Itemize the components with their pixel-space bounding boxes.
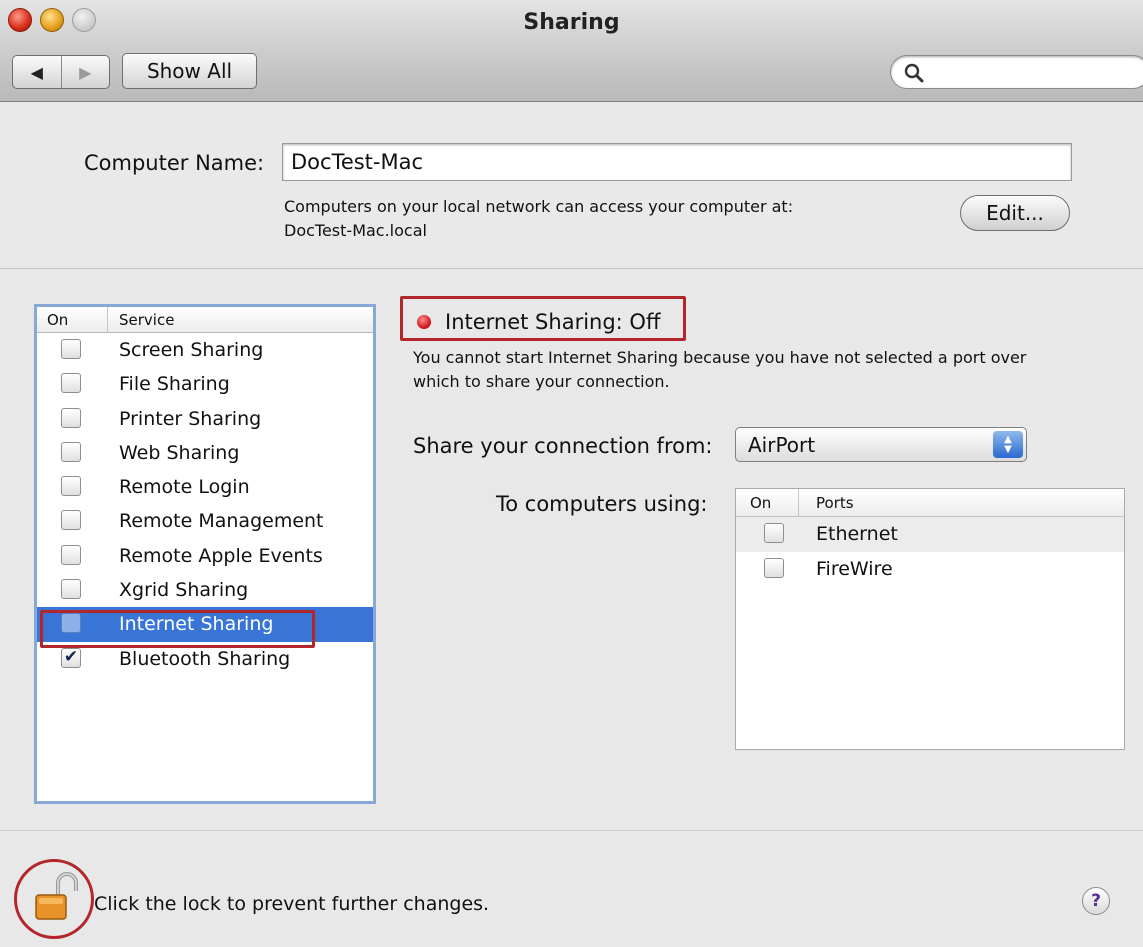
service-label-screen-sharing: Screen Sharing xyxy=(119,339,264,361)
help-icon: ? xyxy=(1091,891,1101,911)
service-label-file-sharing: File Sharing xyxy=(119,373,230,396)
footer: Click the lock to prevent further change… xyxy=(0,830,1143,947)
service-label-remote-apple-events: Remote Apple Events xyxy=(119,544,323,567)
help-button[interactable]: ? xyxy=(1082,887,1110,915)
warning-message: You cannot start Internet Sharing becaus… xyxy=(413,346,1133,394)
port-label-ethernet: Ethernet xyxy=(816,523,898,545)
computer-name-section: Computer Name: DocTest-Mac Computers on … xyxy=(0,103,1143,269)
port-row-firewire[interactable]: FireWire xyxy=(736,552,1124,587)
share-from-label: Share your connection from: xyxy=(413,434,713,458)
share-from-value: AirPort xyxy=(748,433,816,457)
back-arrow-icon: ◀ xyxy=(30,62,43,82)
lock-hint-text: Click the lock to prevent further change… xyxy=(94,893,490,915)
service-label-bluetooth-sharing: Bluetooth Sharing xyxy=(119,647,291,670)
port-checkbox-ethernet[interactable] xyxy=(764,523,784,543)
search-icon xyxy=(904,63,924,83)
back-button[interactable]: ◀ xyxy=(13,56,62,88)
window-title: Sharing xyxy=(523,10,620,35)
forward-arrow-icon: ▶ xyxy=(79,62,92,82)
computer-name-label: Computer Name: xyxy=(84,151,265,175)
port-label-firewire: FireWire xyxy=(816,558,893,580)
local-hostname: DocTest-Mac.local xyxy=(284,221,427,240)
service-checkbox-remote-management[interactable] xyxy=(61,510,81,531)
service-row-remote-apple-events[interactable]: Remote Apple Events xyxy=(37,539,373,573)
back-forward-control: ◀ ▶ xyxy=(12,55,110,89)
service-row-xgrid-sharing[interactable]: Xgrid Sharing xyxy=(37,573,373,607)
column-divider xyxy=(798,489,799,517)
show-all-button[interactable]: Show All xyxy=(122,53,257,89)
service-checkbox-file-sharing[interactable] xyxy=(61,373,81,394)
service-checkbox-remote-login[interactable] xyxy=(61,476,81,497)
services-header: On Service xyxy=(37,307,373,333)
column-header-on[interactable]: On xyxy=(47,311,68,329)
service-checkbox-web-sharing[interactable] xyxy=(61,441,81,462)
ports-table[interactable]: On Ports Ethernet FireWire xyxy=(735,488,1125,750)
service-label-remote-management: Remote Management xyxy=(119,510,324,533)
warning-line-2: which to share your connection. xyxy=(413,372,670,391)
edit-button[interactable]: Edit... xyxy=(960,195,1070,231)
search-field[interactable] xyxy=(890,55,1143,89)
port-row-ethernet[interactable]: Ethernet xyxy=(736,517,1124,552)
sharing-main: On Service Screen Sharing File Sharing P… xyxy=(0,270,1143,830)
status-highlight xyxy=(400,296,686,341)
popup-arrows-icon: ▲ ▼ xyxy=(993,431,1023,458)
service-row-remote-management[interactable]: Remote Management xyxy=(37,504,373,538)
service-label-printer-sharing: Printer Sharing xyxy=(119,407,262,430)
share-from-popup[interactable]: AirPort ▲ ▼ xyxy=(735,427,1027,462)
forward-button[interactable]: ▶ xyxy=(62,56,110,88)
service-row-file-sharing[interactable]: File Sharing xyxy=(37,367,373,401)
services-table[interactable]: On Service Screen Sharing File Sharing P… xyxy=(34,304,376,804)
service-row-remote-login[interactable]: Remote Login xyxy=(37,470,373,504)
service-row-web-sharing[interactable]: Web Sharing xyxy=(37,436,373,470)
computer-name-description: Computers on your local network can acce… xyxy=(284,195,793,243)
to-computers-label: To computers using: xyxy=(496,492,708,516)
computer-name-input[interactable]: DocTest-Mac xyxy=(282,143,1072,181)
service-label-remote-login: Remote Login xyxy=(119,476,250,499)
ports-header: On Ports xyxy=(736,489,1124,517)
ports-column-header-on[interactable]: On xyxy=(750,494,771,512)
service-checkbox-remote-apple-events[interactable] xyxy=(61,544,81,565)
column-header-service[interactable]: Service xyxy=(119,311,174,329)
service-row-printer-sharing[interactable]: Printer Sharing xyxy=(37,402,373,436)
service-label-web-sharing: Web Sharing xyxy=(119,441,240,464)
port-checkbox-firewire[interactable] xyxy=(764,558,784,578)
warning-line-1: You cannot start Internet Sharing becaus… xyxy=(413,348,1027,367)
local-access-text: Computers on your local network can acce… xyxy=(284,197,794,216)
service-checkbox-screen-sharing[interactable] xyxy=(61,339,81,359)
ports-column-header-ports[interactable]: Ports xyxy=(816,494,854,512)
service-label-xgrid-sharing: Xgrid Sharing xyxy=(119,579,249,602)
service-checkbox-printer-sharing[interactable] xyxy=(61,407,81,428)
column-divider xyxy=(107,307,108,333)
service-checkbox-xgrid-sharing[interactable] xyxy=(61,579,81,600)
window-toolbar: Sharing ◀ ▶ Show All xyxy=(0,0,1143,102)
service-row-screen-sharing[interactable]: Screen Sharing xyxy=(37,333,373,367)
service-checkbox-bluetooth-sharing[interactable]: ✔ xyxy=(61,647,81,668)
selected-service-highlight xyxy=(40,610,315,648)
lock-highlight xyxy=(14,859,94,939)
